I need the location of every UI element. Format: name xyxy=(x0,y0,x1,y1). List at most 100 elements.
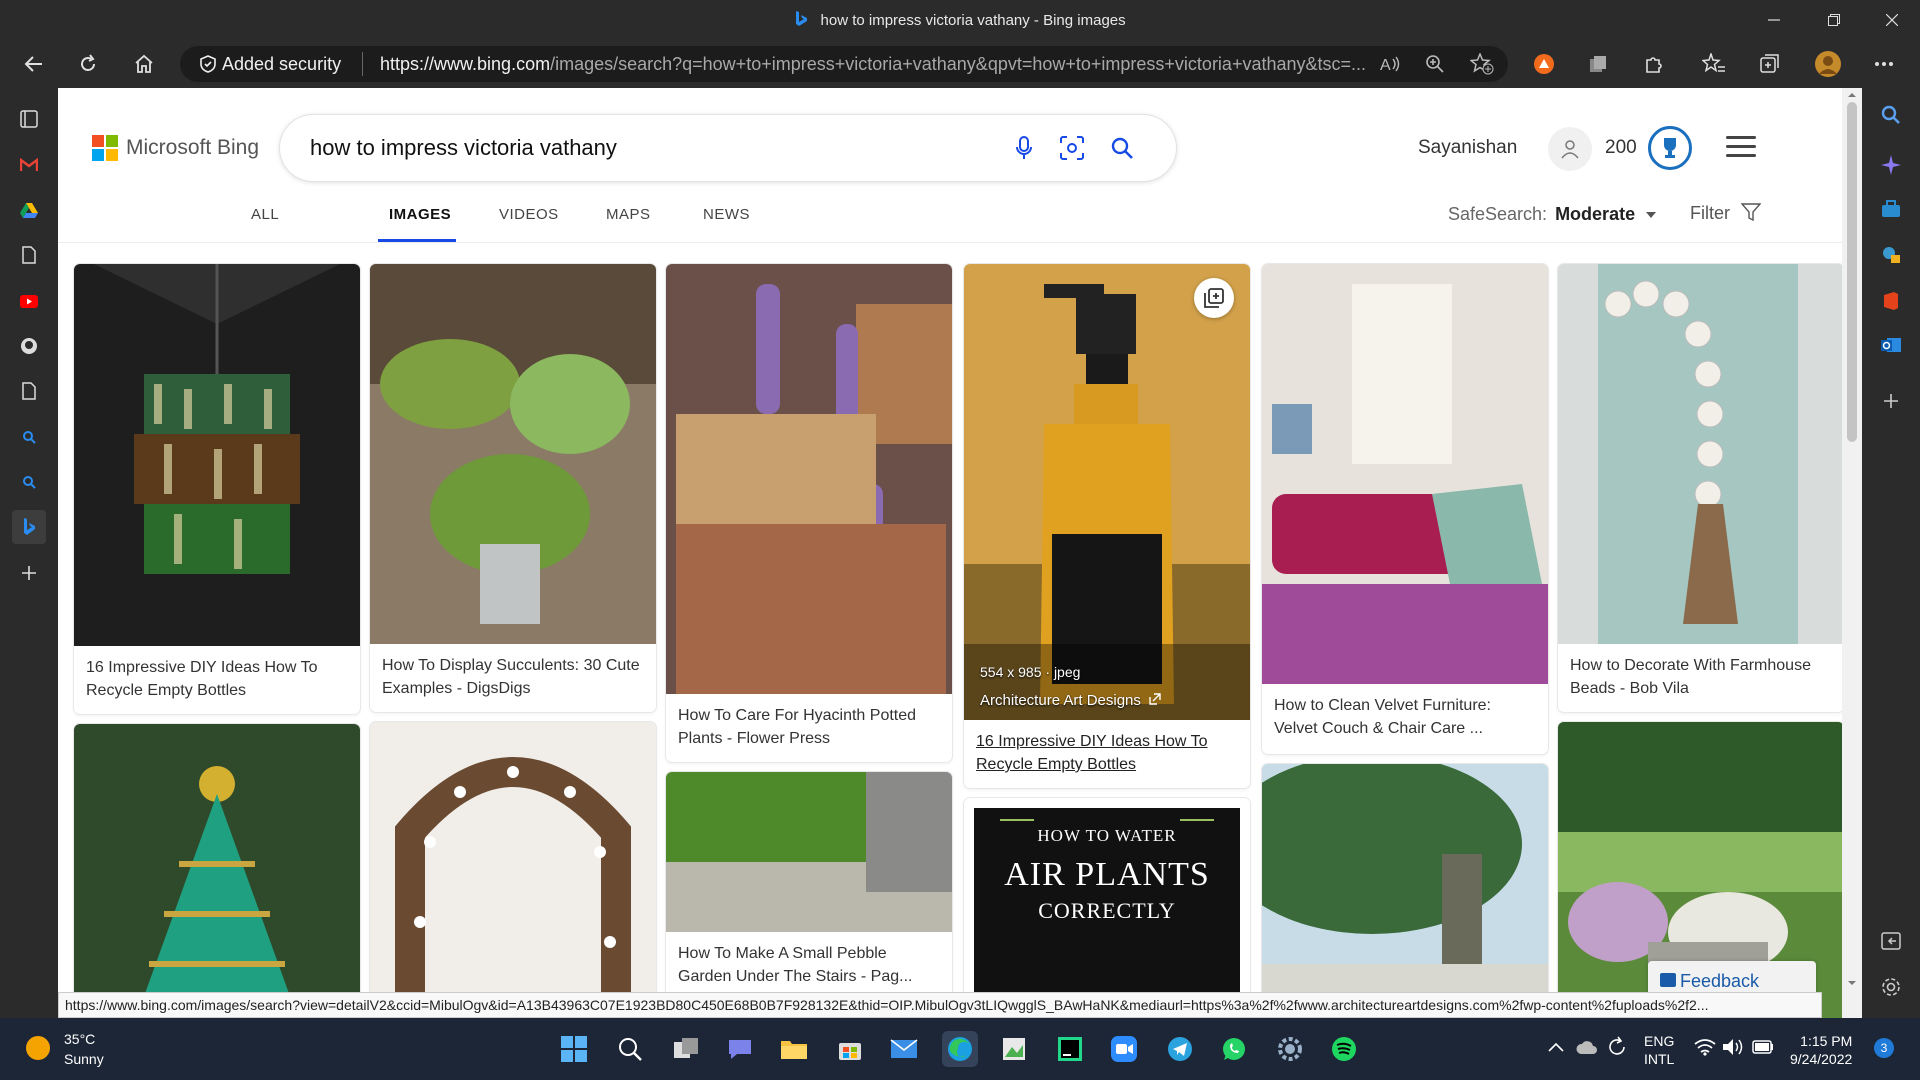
result-caption[interactable]: How To Make A Small Pebble Garden Under … xyxy=(678,942,942,988)
volume-icon[interactable] xyxy=(1722,1038,1744,1056)
clock[interactable]: 1:15 PM 9/24/2022 xyxy=(1790,1032,1852,1068)
result-caption[interactable]: How to Clean Velvet Furniture: Velvet Co… xyxy=(1274,694,1538,740)
chevron-up-icon[interactable] xyxy=(1548,1042,1564,1052)
security-indicator[interactable]: Added security xyxy=(200,54,341,75)
wifi-icon[interactable] xyxy=(1694,1038,1716,1056)
sidebar-search-button[interactable] xyxy=(1874,98,1908,132)
page-scrollbar[interactable] xyxy=(1842,88,1862,1018)
tab-youtube[interactable] xyxy=(12,284,46,318)
scroll-down-icon[interactable] xyxy=(1842,978,1862,988)
extension-button[interactable] xyxy=(1580,46,1616,82)
tab-gmail[interactable] xyxy=(12,148,46,182)
safesearch-value[interactable]: Moderate xyxy=(1555,204,1635,224)
minimize-button[interactable] xyxy=(1746,0,1802,40)
telegram-button[interactable] xyxy=(1162,1031,1198,1067)
result-caption[interactable]: 16 Impressive DIY Ideas How To Recycle E… xyxy=(86,656,350,702)
sidebar-add-button[interactable] xyxy=(1874,384,1908,418)
image-result-6[interactable]: How to Decorate With Farmhouse Beads - B… xyxy=(1558,264,1842,712)
safesearch-control[interactable]: SafeSearch: Moderate xyxy=(1448,204,1657,225)
microsoft-bing-logo[interactable]: Microsoft Bing xyxy=(92,135,259,161)
image-result-4-hovered[interactable]: 554 x 985 · jpeg Architecture Art Design… xyxy=(964,264,1250,788)
tab-google-drive[interactable] xyxy=(12,193,46,227)
search-box[interactable]: how to impress victoria vathany xyxy=(280,115,1176,181)
tab-maps[interactable]: MAPS xyxy=(606,206,651,223)
file-explorer-button[interactable] xyxy=(776,1031,812,1067)
zoom-icon[interactable] xyxy=(1425,54,1445,74)
result-caption[interactable]: 16 Impressive DIY Ideas How To Recycle E… xyxy=(976,730,1240,776)
new-tab-button[interactable] xyxy=(12,556,46,590)
pycharm-button[interactable] xyxy=(1052,1031,1088,1067)
add-favorite-icon[interactable] xyxy=(1470,53,1494,75)
hamburger-menu-button[interactable] xyxy=(1726,136,1756,160)
image-result-1[interactable]: 16 Impressive DIY Ideas How To Recycle E… xyxy=(74,264,360,714)
tab-search-2[interactable] xyxy=(12,465,46,499)
tab-github[interactable] xyxy=(12,329,46,363)
search-submit-button[interactable] xyxy=(1106,132,1138,164)
expand-preview-button[interactable] xyxy=(1194,278,1234,318)
read-aloud-icon[interactable]: A xyxy=(1380,55,1402,73)
sidebar-hide-button[interactable] xyxy=(1874,924,1908,958)
back-button[interactable] xyxy=(16,46,52,82)
voice-search-button[interactable] xyxy=(1008,132,1040,164)
restore-button[interactable] xyxy=(1806,0,1862,40)
address-bar[interactable]: Added security https://www.bing.com/imag… xyxy=(180,46,1508,82)
teams-chat-button[interactable] xyxy=(722,1031,758,1067)
whatsapp-button[interactable] xyxy=(1216,1031,1252,1067)
tab-images[interactable]: IMAGES xyxy=(389,206,451,223)
battery-icon[interactable] xyxy=(1752,1040,1774,1054)
url-text[interactable]: https://www.bing.com/images/search?q=how… xyxy=(380,54,1380,75)
tab-bing-active[interactable] xyxy=(12,510,46,544)
notification-badge[interactable]: 3 xyxy=(1874,1038,1894,1058)
tab-news[interactable]: NEWS xyxy=(703,206,750,223)
image-result-10[interactable]: HOW TO WATER AIR PLANTS CORRECTLY xyxy=(964,798,1250,1018)
profile-button[interactable] xyxy=(1810,46,1846,82)
refresh-button[interactable] xyxy=(70,46,106,82)
rewards-points[interactable]: 200 xyxy=(1605,137,1637,159)
result-caption[interactable]: How To Care For Hyacinth Potted Plants -… xyxy=(678,704,942,750)
user-avatar[interactable] xyxy=(1548,127,1592,171)
settings-more-button[interactable] xyxy=(1866,46,1902,82)
image-result-11[interactable] xyxy=(1262,764,1548,1018)
scroll-up-icon[interactable] xyxy=(1842,90,1862,100)
image-result-5[interactable]: How to Clean Velvet Furniture: Velvet Co… xyxy=(1262,264,1548,754)
result-caption[interactable]: How To Display Succulents: 30 Cute Examp… xyxy=(382,654,646,700)
tab-search-1[interactable] xyxy=(12,420,46,454)
extension-brave-button[interactable] xyxy=(1526,46,1562,82)
app-button-1[interactable] xyxy=(996,1031,1032,1067)
result-caption[interactable]: How to Decorate With Farmhouse Beads - B… xyxy=(1570,654,1834,700)
tab-document[interactable] xyxy=(12,238,46,272)
sidebar-outlook-button[interactable] xyxy=(1874,328,1908,362)
taskbar-search-button[interactable] xyxy=(612,1031,648,1067)
zoom-button[interactable] xyxy=(1106,1031,1142,1067)
search-query[interactable]: how to impress victoria vathany xyxy=(310,135,617,161)
spotify-button[interactable] xyxy=(1326,1031,1362,1067)
tab-all[interactable]: ALL xyxy=(251,206,279,223)
tab-videos[interactable]: VIDEOS xyxy=(499,206,559,223)
cloud-icon[interactable] xyxy=(1576,1038,1598,1056)
sidebar-discover-button[interactable] xyxy=(1874,148,1908,182)
scrollbar-thumb[interactable] xyxy=(1847,102,1857,442)
favorites-button[interactable] xyxy=(1696,46,1732,82)
edge-taskbar-button[interactable] xyxy=(942,1031,978,1067)
visual-search-button[interactable] xyxy=(1056,132,1088,164)
sidebar-games-button[interactable] xyxy=(1874,238,1908,272)
sidebar-settings-button[interactable] xyxy=(1874,970,1908,1004)
sync-icon[interactable] xyxy=(1606,1036,1628,1058)
start-button[interactable] xyxy=(556,1031,592,1067)
microsoft-store-button[interactable] xyxy=(832,1031,868,1067)
username[interactable]: Sayanishan xyxy=(1418,137,1517,159)
image-source-link[interactable]: Architecture Art Designs xyxy=(980,692,1161,709)
image-result-2[interactable]: How To Display Succulents: 30 Cute Examp… xyxy=(370,264,656,712)
image-result-3[interactable]: How To Care For Hyacinth Potted Plants -… xyxy=(666,264,952,762)
collections-button[interactable] xyxy=(1752,46,1788,82)
tab-actions-button[interactable] xyxy=(12,102,46,136)
sidebar-tools-button[interactable] xyxy=(1874,192,1908,226)
task-view-button[interactable] xyxy=(668,1031,704,1067)
image-result-8[interactable] xyxy=(370,722,656,1018)
mail-button[interactable] xyxy=(886,1031,922,1067)
extensions-button[interactable] xyxy=(1636,46,1672,82)
close-button[interactable] xyxy=(1864,0,1920,40)
filter-button[interactable]: Filter xyxy=(1690,202,1762,224)
image-result-9[interactable]: How To Make A Small Pebble Garden Under … xyxy=(666,772,952,1018)
image-result-7[interactable] xyxy=(74,724,360,1018)
